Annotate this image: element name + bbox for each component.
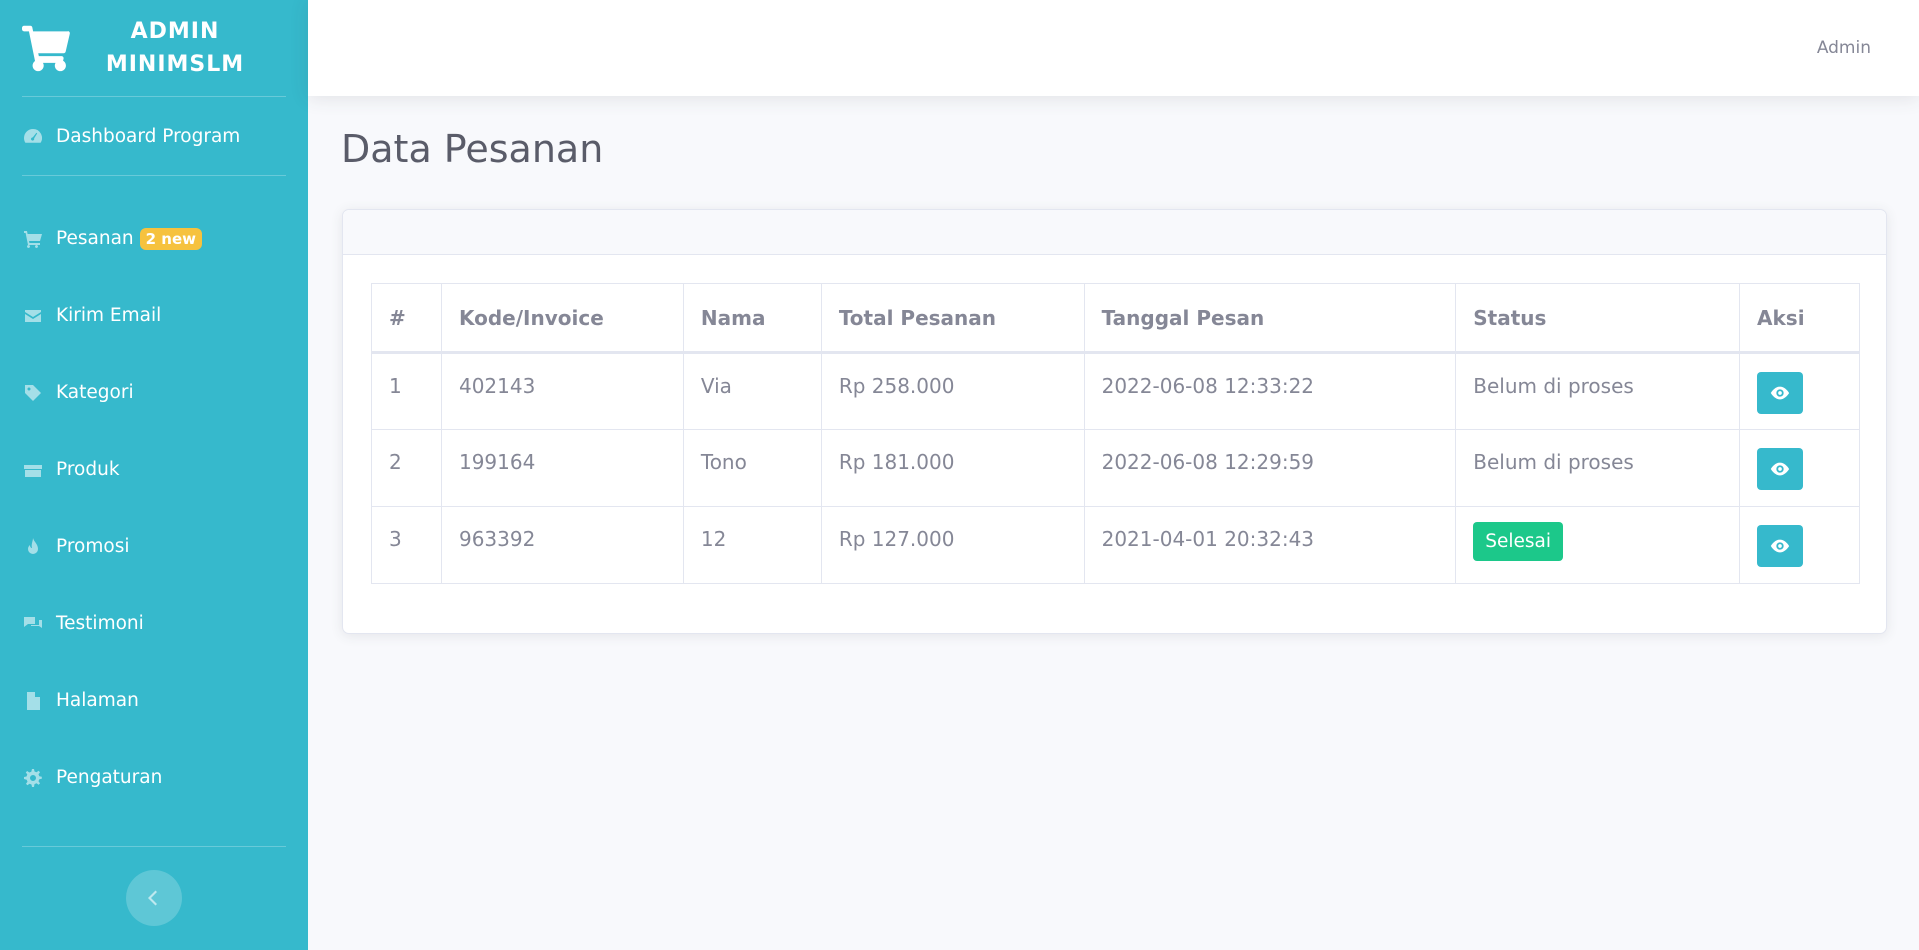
sidebar-item-kategori[interactable]: Kategori xyxy=(0,354,308,431)
fire-icon xyxy=(22,536,44,558)
sidebar-item-label: Dashboard Program xyxy=(56,125,241,147)
customer-name: Via xyxy=(682,352,822,430)
cart-icon xyxy=(22,228,44,250)
table-row: 3 963392 12 Rp 127.000 2021-04-01 20:32:… xyxy=(371,506,1860,584)
table-row: 1 402143 Via Rp 258.000 2022-06-08 12:33… xyxy=(371,352,1860,430)
order-total: Rp 181.000 xyxy=(820,429,1085,507)
eye-icon xyxy=(1769,382,1791,404)
column-header: Kode/Invoice xyxy=(440,283,684,354)
sidebar-item-pesanan[interactable]: Pesanan 2 new xyxy=(0,200,308,277)
order-date: 2022-06-08 12:33:22 xyxy=(1083,352,1457,430)
sidebar: ADMIN MINIMSLM Dashboard Program Pesanan… xyxy=(0,0,308,950)
order-total: Rp 258.000 xyxy=(820,352,1085,430)
view-order-button[interactable] xyxy=(1757,525,1804,567)
sidebar-item-label: Promosi xyxy=(56,536,130,557)
order-status: Belum di proses xyxy=(1455,352,1741,430)
table-row: 2 199164 Tono Rp 181.000 2022-06-08 12:2… xyxy=(371,429,1860,507)
sidebar-item-label: Halaman xyxy=(56,690,139,711)
invoice-code: 402143 xyxy=(440,352,684,430)
sidebar-item-label: Testimoni xyxy=(56,613,144,634)
sidebar-item-label: Produk xyxy=(56,459,120,480)
brand[interactable]: ADMIN MINIMSLM xyxy=(0,0,308,96)
file-icon xyxy=(22,690,44,712)
tag-icon xyxy=(22,382,44,404)
user-menu[interactable]: Admin xyxy=(1817,38,1871,58)
chevron-left-icon xyxy=(146,890,162,906)
actions-cell xyxy=(1739,429,1860,507)
view-order-button[interactable] xyxy=(1757,372,1804,414)
row-number: 2 xyxy=(371,429,442,507)
order-total: Rp 127.000 xyxy=(820,506,1085,584)
tachometer-icon xyxy=(22,125,44,147)
comments-icon xyxy=(22,613,44,635)
order-status: Selesai xyxy=(1455,506,1741,584)
sidebar-item-kirim-email[interactable]: Kirim Email xyxy=(0,277,308,354)
column-header: Nama xyxy=(682,283,822,354)
orders-card: # Kode/Invoice Nama Total Pesanan Tangga… xyxy=(342,209,1887,634)
sidebar-item-testimoni[interactable]: Testimoni xyxy=(0,585,308,662)
sidebar-item-halaman[interactable]: Halaman xyxy=(0,662,308,739)
topbar: Admin xyxy=(308,0,1919,96)
sidebar-item-label: Kirim Email xyxy=(56,305,162,326)
orders-table: # Kode/Invoice Nama Total Pesanan Tangga… xyxy=(371,283,1860,584)
actions-cell xyxy=(1739,352,1860,430)
column-header: # xyxy=(371,283,442,354)
column-header: Total Pesanan xyxy=(820,283,1085,354)
sidebar-toggle-button[interactable] xyxy=(126,870,182,926)
brand-line2: MINIMSLM xyxy=(105,52,245,77)
row-number: 3 xyxy=(371,506,442,584)
column-header: Aksi xyxy=(1739,283,1860,354)
row-number: 1 xyxy=(371,352,442,430)
invoice-code: 963392 xyxy=(440,506,684,584)
sidebar-item-label: Pesanan xyxy=(56,228,134,249)
status-badge: Selesai xyxy=(1473,522,1564,561)
order-status: Belum di proses xyxy=(1455,429,1741,507)
brand-title: ADMIN MINIMSLM xyxy=(72,15,308,81)
sidebar-item-promosi[interactable]: Promosi xyxy=(0,508,308,585)
sidebar-item-label: Pengaturan xyxy=(56,767,163,788)
column-header: Tanggal Pesan xyxy=(1083,283,1457,354)
box-icon xyxy=(22,459,44,481)
view-order-button[interactable] xyxy=(1757,448,1804,490)
sidebar-item-label: Kategori xyxy=(56,382,134,403)
card-header xyxy=(343,210,1886,255)
eye-icon xyxy=(1769,458,1791,480)
envelope-icon xyxy=(22,305,44,327)
sidebar-item-dashboard[interactable]: Dashboard Program xyxy=(0,97,308,175)
page-title: Data Pesanan xyxy=(341,127,604,171)
eye-icon xyxy=(1769,535,1791,557)
customer-name: Tono xyxy=(682,429,822,507)
customer-name: 12 xyxy=(682,506,822,584)
order-date: 2022-06-08 12:29:59 xyxy=(1083,429,1457,507)
invoice-code: 199164 xyxy=(440,429,684,507)
new-orders-badge: 2 new xyxy=(139,227,203,250)
brand-line1: ADMIN xyxy=(130,19,220,44)
sidebar-item-produk[interactable]: Produk xyxy=(0,431,308,508)
order-date: 2021-04-01 20:32:43 xyxy=(1083,506,1457,584)
column-header: Status xyxy=(1455,283,1741,354)
shopping-cart-icon xyxy=(22,23,72,73)
table-header-row: # Kode/Invoice Nama Total Pesanan Tangga… xyxy=(371,283,1860,354)
sidebar-divider xyxy=(22,846,286,847)
cog-icon xyxy=(22,767,44,789)
sidebar-item-pengaturan[interactable]: Pengaturan xyxy=(0,739,308,816)
actions-cell xyxy=(1739,506,1860,584)
